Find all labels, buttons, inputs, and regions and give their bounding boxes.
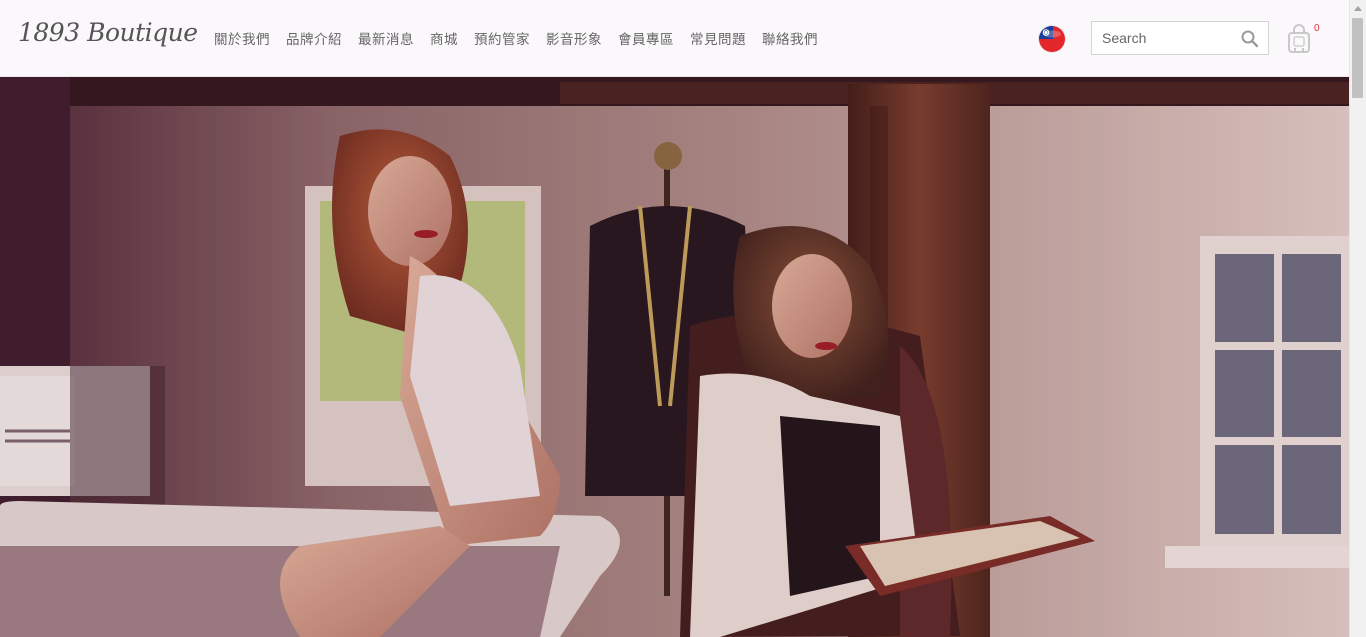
site-logo[interactable]: 1893 Boutique: [18, 18, 198, 47]
nav-item-media[interactable]: 影音形象: [538, 28, 610, 48]
nav-item-booking[interactable]: 預約管家: [466, 28, 538, 48]
hero-slider[interactable]: [0, 76, 1349, 637]
nav-item-members[interactable]: 會員專區: [610, 28, 682, 48]
hero-image: [0, 76, 1349, 637]
search-input[interactable]: [1092, 22, 1242, 54]
page: 1893 Boutique 關於我們 品牌介紹 最新消息 商城 預約管家 影音形…: [0, 0, 1366, 637]
cart-count-badge: 0: [1314, 23, 1320, 34]
scroll-thumb[interactable]: [1352, 18, 1363, 98]
scroll-up-arrow-icon[interactable]: [1354, 6, 1362, 11]
main-nav: 關於我們 品牌介紹 最新消息 商城 預約管家 影音形象 會員專區 常見問題 聯絡…: [206, 0, 826, 76]
site-header: 1893 Boutique 關於我們 品牌介紹 最新消息 商城 預約管家 影音形…: [0, 0, 1349, 77]
nav-item-contact[interactable]: 聯絡我們: [754, 28, 826, 48]
nav-item-shop[interactable]: 商城: [422, 28, 466, 48]
nav-item-news[interactable]: 最新消息: [350, 28, 422, 48]
nav-item-faq[interactable]: 常見問題: [682, 28, 754, 48]
nav-item-brands[interactable]: 品牌介紹: [278, 28, 350, 48]
page-scrollbar[interactable]: [1349, 0, 1366, 637]
search-icon[interactable]: [1240, 29, 1260, 49]
search-box: [1091, 21, 1269, 55]
nav-item-about[interactable]: 關於我們: [206, 28, 278, 48]
taiwan-flag-icon[interactable]: [1039, 26, 1065, 52]
shopping-bag-icon[interactable]: [1286, 24, 1312, 54]
